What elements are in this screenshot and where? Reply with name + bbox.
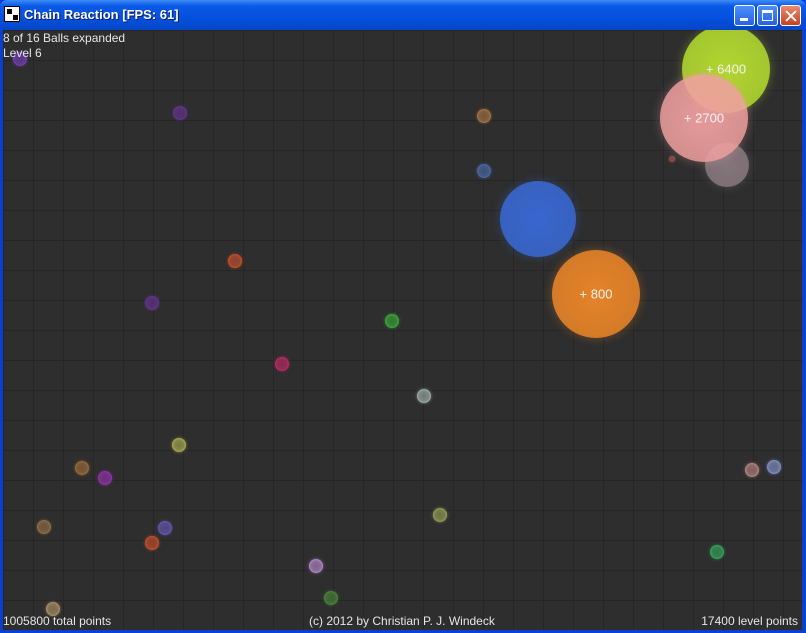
ball: [145, 296, 159, 310]
ball: [173, 106, 187, 120]
level-indicator: Level 6: [3, 46, 42, 60]
balls-expanded-counter: 8 of 16 Balls expanded: [3, 31, 126, 45]
copyright-notice: (c) 2012 by Christian P. J. Windeck: [309, 614, 495, 628]
points-popup-label: + 2700: [683, 110, 725, 126]
ball: [309, 559, 323, 573]
ball: [158, 521, 172, 535]
ball: [324, 591, 338, 605]
balls-layer: + 800 + 6400 + 2700: [3, 30, 802, 630]
expanded-ball: + 2700: [660, 74, 748, 162]
app-icon: [4, 6, 20, 22]
ball: [417, 389, 431, 403]
title-bar[interactable]: Chain Reaction [FPS: 61]: [0, 0, 806, 30]
ball: [710, 545, 724, 559]
ball: [172, 438, 186, 452]
ball: [477, 164, 491, 178]
ball: [275, 357, 289, 371]
ball: [767, 460, 781, 474]
ball: [477, 109, 491, 123]
ball: [98, 471, 112, 485]
ball: [37, 520, 51, 534]
ball: [669, 156, 675, 162]
game-canvas[interactable]: + 800 + 6400 + 2700 8 of 16 Balls expanded…: [3, 30, 802, 630]
close-button[interactable]: [780, 5, 801, 26]
total-points: 1005800 total points: [3, 614, 112, 628]
ball: [228, 254, 242, 268]
maximize-button[interactable]: [757, 5, 778, 26]
window-title: Chain Reaction [FPS: 61]: [24, 7, 179, 22]
level-points: 17400 level points: [701, 614, 798, 628]
ball: [145, 536, 159, 550]
expanded-ball: + 800: [552, 250, 640, 338]
minimize-button[interactable]: [734, 5, 755, 26]
ball: [385, 314, 399, 328]
ball: [433, 508, 447, 522]
app-window: Chain Reaction [FPS: 61] + 800 + 6400 + 27…: [0, 0, 806, 633]
points-popup-label: + 800: [579, 286, 613, 302]
expanded-ball: [500, 181, 576, 257]
ball: [745, 463, 759, 477]
ball: [75, 461, 89, 475]
